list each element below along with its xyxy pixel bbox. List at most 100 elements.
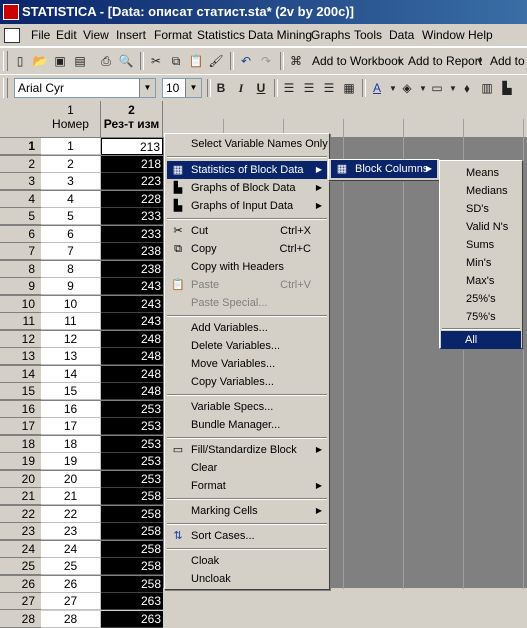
menu-file[interactable]: File [31, 28, 50, 42]
menu-view[interactable]: View [83, 28, 109, 42]
paste-icon[interactable]: 📋 [188, 53, 204, 69]
row-header[interactable]: 17 [0, 418, 41, 435]
cell-number[interactable]: 27 [41, 593, 101, 610]
row-header[interactable]: 23 [0, 523, 41, 540]
menu-item-uncloak[interactable]: Uncloak [167, 570, 327, 588]
cell-number[interactable]: 23 [41, 523, 101, 540]
row-header[interactable]: 15 [0, 383, 41, 400]
row-header[interactable]: 21 [0, 488, 41, 505]
menu-help[interactable]: Help [468, 28, 493, 42]
cell-number[interactable]: 25 [41, 558, 101, 575]
menu-item-25-percentiles[interactable]: 25%'s [442, 290, 520, 308]
cell-number[interactable]: 12 [41, 330, 101, 348]
align-right-icon[interactable]: ☰ [321, 80, 337, 96]
menu-item-cloak[interactable]: Cloak [167, 552, 327, 570]
menu-item-bundle-manager[interactable]: Bundle Manager... [167, 416, 327, 434]
cell-number[interactable]: 11 [41, 313, 101, 330]
cell-number[interactable]: 1 [41, 138, 101, 155]
align-left-icon[interactable]: ☰ [281, 80, 297, 96]
cell-number[interactable]: 18 [41, 435, 101, 453]
menu-statistics[interactable]: Statistics [197, 28, 245, 42]
toolbar-grip[interactable] [3, 51, 8, 71]
row-header[interactable]: 16 [0, 400, 41, 418]
menu-item-sort-cases[interactable]: ⇅ Sort Cases... [167, 527, 327, 545]
chart-icon[interactable]: ▙ [499, 80, 515, 96]
menu-item-medians[interactable]: Medians [442, 182, 520, 200]
menu-item-graphs-of-block-data[interactable]: ▙ Graphs of Block Data ▶ [167, 179, 327, 197]
menu-insert[interactable]: Insert [116, 28, 146, 42]
menu-item-mins[interactable]: Min's [442, 254, 520, 272]
open-icon[interactable]: 📂 [32, 53, 48, 69]
cell-result[interactable]: 258 [101, 540, 163, 558]
row-header[interactable]: 8 [0, 260, 41, 278]
cell-number[interactable]: 13 [41, 348, 101, 365]
menu-item-means[interactable]: Means [442, 164, 520, 182]
menu-data-mining[interactable]: Data Mining [248, 28, 312, 42]
cell-result[interactable]: 248 [101, 383, 163, 400]
row-header[interactable]: 12 [0, 330, 41, 348]
merge-icon[interactable]: ▦ [341, 80, 357, 96]
menu-item-sds[interactable]: SD's [442, 200, 520, 218]
menu-item-75-percentiles[interactable]: 75%'s [442, 308, 520, 326]
chevron-down-icon[interactable]: ▼ [392, 53, 408, 69]
print-icon[interactable]: ⎙ [98, 53, 114, 69]
menu-item-cut[interactable]: ✂ Cut Ctrl+X [167, 222, 327, 240]
cell-number[interactable]: 22 [41, 505, 101, 523]
cell-number[interactable]: 14 [41, 365, 101, 383]
row-header[interactable]: 19 [0, 453, 41, 470]
cell-result[interactable]: 258 [101, 558, 163, 575]
menu-item-paste[interactable]: 📋 Paste Ctrl+V [167, 276, 327, 294]
chevron-down-icon[interactable]: ▼ [139, 79, 155, 97]
menu-item-delete-variables[interactable]: Delete Variables... [167, 337, 327, 355]
cell-number[interactable]: 9 [41, 278, 101, 295]
row-header[interactable]: 13 [0, 348, 41, 365]
row-header[interactable]: 22 [0, 505, 41, 523]
column-header-2[interactable]: 2 Рез-т изм [101, 101, 163, 138]
chevron-down-icon[interactable]: ▼ [472, 53, 488, 69]
cell-result[interactable]: 263 [101, 593, 163, 610]
cell-result[interactable]: 213 [101, 138, 163, 155]
cell-number[interactable]: 20 [41, 470, 101, 488]
menu-item-all[interactable]: All [441, 331, 521, 349]
cell-result[interactable]: 248 [101, 365, 163, 383]
chevron-down-icon[interactable]: ▼ [185, 79, 201, 97]
cell-result[interactable]: 218 [101, 155, 163, 173]
pdf-icon[interactable]: ▤ [72, 53, 88, 69]
menu-item-block-columns[interactable]: ▦ Block Columns ▶ [331, 160, 437, 178]
cell-result[interactable]: 258 [101, 505, 163, 523]
row-header[interactable]: 5 [0, 208, 41, 225]
save-icon[interactable]: ▣ [52, 53, 68, 69]
copy-icon[interactable]: ⧉ [168, 53, 184, 69]
cell-number[interactable]: 6 [41, 225, 101, 243]
document-system-icon[interactable] [4, 28, 20, 43]
row-header[interactable]: 26 [0, 575, 41, 593]
cell-number[interactable]: 5 [41, 208, 101, 225]
menu-item-fill-standardize-block[interactable]: ▭ Fill/Standardize Block ▶ [167, 441, 327, 459]
menu-item-graphs-of-input-data[interactable]: ▙ Graphs of Input Data ▶ [167, 197, 327, 215]
menu-item-statistics-of-block-data[interactable]: ▦ Statistics of Block Data ▶ [167, 161, 327, 179]
menu-item-move-variables[interactable]: Move Variables... [167, 355, 327, 373]
row-header[interactable]: 27 [0, 593, 41, 610]
menu-window[interactable]: Window [422, 28, 465, 42]
cell-result[interactable]: 233 [101, 225, 163, 243]
cell-number[interactable]: 16 [41, 400, 101, 418]
add-to-workbook-button[interactable]: Add to Workbook [312, 54, 404, 68]
cell-number[interactable]: 10 [41, 295, 101, 313]
grid-icon[interactable]: ▥ [479, 80, 495, 96]
menu-item-marking-cells[interactable]: Marking Cells ▶ [167, 502, 327, 520]
add-to-report-button[interactable]: Add to Report [408, 54, 482, 68]
cell-result[interactable]: 253 [101, 418, 163, 435]
new-icon[interactable]: ▯ [12, 53, 28, 69]
align-center-icon[interactable]: ☰ [301, 80, 317, 96]
font-size-combo[interactable]: 10 ▼ [162, 78, 202, 98]
menu-item-copy-with-headers[interactable]: Copy with Headers [167, 258, 327, 276]
binoculars-icon[interactable]: ⌘ [288, 53, 304, 69]
row-header[interactable]: 25 [0, 558, 41, 575]
cell-result[interactable]: 238 [101, 243, 163, 260]
menu-item-format[interactable]: Format ▶ [167, 477, 327, 495]
row-header[interactable]: 28 [0, 610, 41, 628]
menu-item-select-variable-names[interactable]: Select Variable Names Only [167, 135, 328, 153]
row-header[interactable]: 18 [0, 435, 41, 453]
menu-item-copy[interactable]: ⧉ Copy Ctrl+C [167, 240, 327, 258]
print-preview-icon[interactable]: 🔍 [118, 53, 134, 69]
